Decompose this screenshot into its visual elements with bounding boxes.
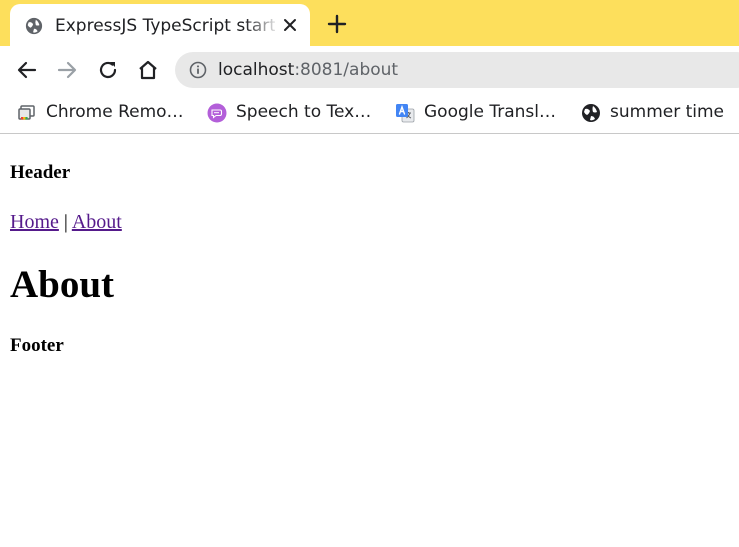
browser-toolbar: localhost:8081/about [0,46,739,94]
address-bar[interactable]: localhost:8081/about [175,52,739,88]
page-nav: Home | About [10,210,122,234]
google-translate-icon [396,104,415,123]
bookmark-speech-to-text[interactable]: Speech to Tex… [207,100,382,124]
tab-strip: ExpressJS TypeScript starter [0,0,739,46]
home-icon[interactable] [136,58,160,82]
home-link[interactable]: Home [10,211,59,233]
page-title: About [10,263,115,306]
tab-title-fade [245,10,280,40]
bookmark-chrome-remote[interactable]: Chrome Remo… [17,100,192,124]
page-header: Header [10,162,71,183]
page-footer: Footer [10,335,64,356]
plus-icon[interactable] [326,13,348,35]
url-path: :8081/about [294,60,399,80]
bookmark-summer-time[interactable]: summer time [581,100,731,124]
bookmark-label: Speech to Tex… [236,102,372,122]
url-text: localhost:8081/about [218,59,398,81]
forward-arrow-icon[interactable] [55,58,79,82]
speech-icon [207,103,227,123]
bookmark-google-translate[interactable]: Google Transl… [395,100,570,124]
chrome-remote-icon [18,105,35,120]
back-arrow-icon[interactable] [15,58,39,82]
browser-tab[interactable]: ExpressJS TypeScript starter [10,4,310,46]
reload-icon[interactable] [96,58,120,82]
nav-separator: | [63,211,68,233]
bookmark-label: Google Transl… [424,102,556,122]
tab-title: ExpressJS TypeScript starter [55,16,275,36]
about-link[interactable]: About [72,211,122,233]
close-icon[interactable] [281,16,299,34]
globe-icon [25,17,43,35]
globe-icon [582,104,600,122]
info-icon[interactable] [189,61,207,79]
bookmark-label: summer time [610,102,725,122]
bookmarks-bar: Chrome Remo… Speech to Tex… Google Trans… [0,94,739,134]
bookmark-label: Chrome Remo… [46,102,184,122]
url-host: localhost [218,60,295,80]
